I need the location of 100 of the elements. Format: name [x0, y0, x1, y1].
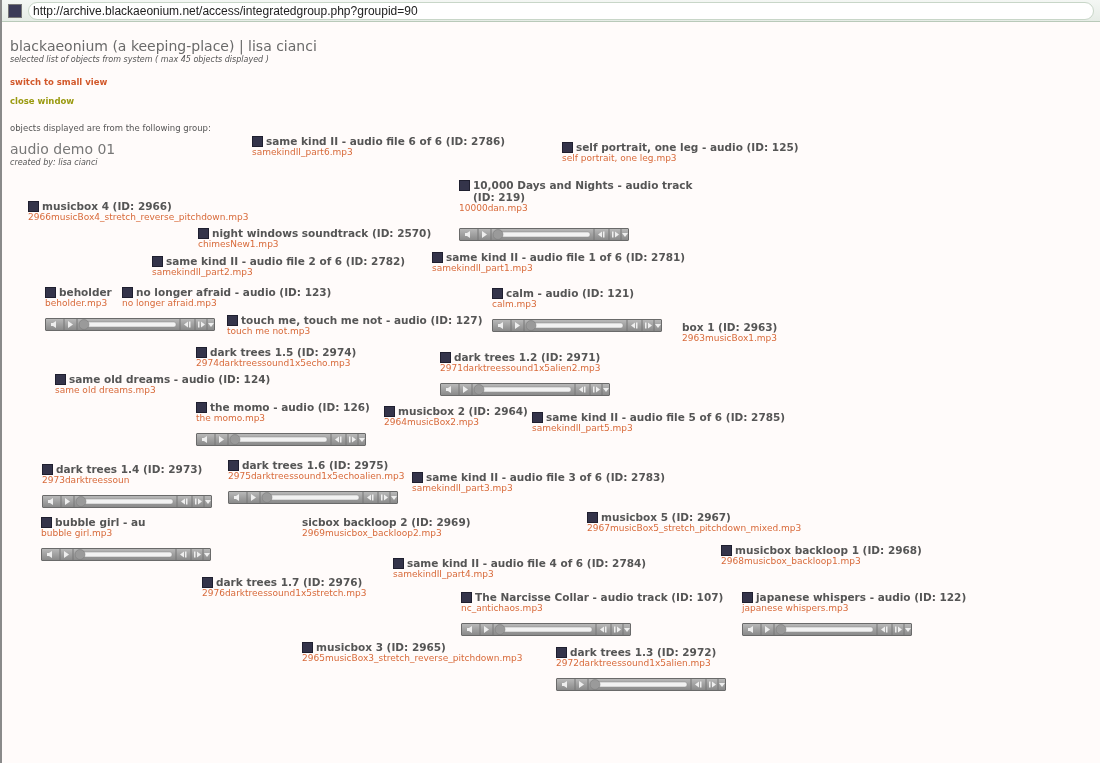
item-marker	[198, 228, 209, 239]
item-marker	[459, 180, 470, 191]
file-name: japanese whispers.mp3	[742, 603, 849, 614]
view-switch-link[interactable]: switch to small view	[10, 77, 108, 87]
file-name: 2972darktreessound1x5alien.mp3	[556, 658, 711, 669]
item-title[interactable]: no longer afraid - audio (ID: 123)	[136, 286, 332, 298]
file-name: 2976darktreessound1x5stretch.mp3	[202, 588, 367, 599]
item-marker	[196, 347, 207, 358]
audio-player[interactable]	[196, 433, 366, 446]
item-marker	[532, 412, 543, 423]
item-marker	[252, 136, 263, 147]
file-name: samekindII_part2.mp3	[152, 267, 253, 278]
audio-player[interactable]	[440, 383, 610, 396]
item-title[interactable]: dark trees 1.6 (ID: 2975)	[242, 459, 389, 471]
item-title[interactable]: touch me, touch me not - audio (ID: 127)	[241, 314, 483, 326]
item-title[interactable]: night windows soundtrack (ID: 2570)	[212, 227, 432, 239]
file-name: 2973darktreessoun	[42, 475, 130, 486]
file-name: samekindII_part1.mp3	[432, 263, 533, 274]
item-marker	[45, 287, 56, 298]
file-name: 2964musicBox2.mp3	[384, 417, 480, 428]
audio-player[interactable]	[461, 623, 631, 636]
address-field[interactable]: http://archive.blackaeonium.net/access/integratedgroup.php?groupid=90	[28, 1, 1094, 20]
audio-player[interactable]	[742, 623, 912, 636]
item-title[interactable]: beholder	[59, 286, 112, 298]
file-name: same old dreams.mp3	[55, 385, 156, 396]
item-title[interactable]: self portrait, one leg - audio (ID: 125)	[576, 141, 799, 153]
item-marker	[122, 287, 133, 298]
page-title: blackaeonium (a keeping-place) | lisa cianci	[10, 38, 317, 54]
item-marker	[742, 592, 753, 603]
item-marker	[42, 464, 53, 475]
item-title[interactable]: 10,000 Days and Nights - audio track (ID: 219)	[473, 179, 709, 203]
item-marker	[152, 256, 163, 267]
file-name: 2968musicbox_backloop1.mp3	[721, 556, 861, 567]
audio-player[interactable]	[45, 318, 215, 331]
audio-player[interactable]	[459, 228, 629, 241]
item-title[interactable]: dark trees 1.2 (ID: 2971)	[454, 351, 601, 363]
file-name: chimesNew1.mp3	[198, 239, 279, 250]
audio-player[interactable]	[42, 495, 212, 508]
file-name: bubble girl.mp3	[41, 528, 113, 539]
item-title[interactable]: same kind II - audio file 3 of 6 (ID: 2783)	[426, 471, 666, 483]
item-marker	[384, 406, 395, 417]
file-name: the momo.mp3	[196, 413, 266, 424]
file-name: 2966musicBox4_stretch_reverse_pitchdown.mp3	[28, 212, 249, 223]
group-name: audio demo 01	[10, 141, 116, 157]
file-name: 2975darktreessound1x5echoalien.mp3	[228, 471, 405, 482]
file-name: nc_antichaos.mp3	[461, 603, 543, 614]
item-marker	[587, 512, 598, 523]
file-name: samekindII_part6.mp3	[252, 147, 353, 158]
file-name: 2969musicbox_backloop2.mp3	[302, 528, 442, 539]
item-title[interactable]: japanese whispers - audio (ID: 122)	[756, 591, 967, 603]
item-title[interactable]: dark trees 1.3 (ID: 2972)	[570, 646, 717, 658]
item-title[interactable]: calm - audio (ID: 121)	[506, 287, 635, 299]
item-marker	[412, 472, 423, 483]
item-marker	[228, 460, 239, 471]
item-title[interactable]: musicbox 5 (ID: 2967)	[601, 511, 731, 523]
page-subtitle: selected list of objects from system ( max 45 objects displayed )	[10, 54, 269, 65]
item-marker	[302, 642, 313, 653]
item-title[interactable]: musicbox 2 (ID: 2964)	[398, 405, 528, 417]
item-title[interactable]: same kind II - audio file 1 of 6 (ID: 2781)	[446, 251, 686, 263]
file-name: 2971darktreessound1x5alien2.mp3	[440, 363, 601, 374]
group-creator: created by: lisa cianci	[10, 157, 98, 168]
item-title[interactable]: same kind II - audio file 6 of 6 (ID: 2786)	[266, 135, 506, 147]
file-name: 2974darktreessound1x5echo.mp3	[196, 358, 351, 369]
item-marker	[440, 352, 451, 363]
file-name: samekindII_part5.mp3	[532, 423, 633, 434]
item-title[interactable]: same old dreams - audio (ID: 124)	[69, 373, 271, 385]
item-marker	[556, 647, 567, 658]
file-name: samekindII_part3.mp3	[412, 483, 513, 494]
item-marker	[196, 402, 207, 413]
item-title[interactable]: The Narcisse Collar - audio track (ID: 107)	[475, 591, 724, 603]
item-title[interactable]: dark trees 1.5 (ID: 2974)	[210, 346, 357, 358]
item-title[interactable]: dark trees 1.7 (ID: 2976)	[216, 576, 363, 588]
audio-player[interactable]	[556, 678, 726, 691]
item-marker	[562, 142, 573, 153]
item-title[interactable]: box 1 (ID: 2963)	[682, 321, 778, 333]
item-marker	[461, 592, 472, 603]
item-title[interactable]: musicbox backloop 1 (ID: 2968)	[735, 544, 922, 556]
item-title[interactable]: musicbox 4 (ID: 2966)	[42, 200, 172, 212]
file-name: 2967musicBox5_stretch_pitchdown_mixed.mp3	[587, 523, 802, 534]
item-marker	[432, 252, 443, 263]
item-title[interactable]: same kind II - audio file 2 of 6 (ID: 2782)	[166, 255, 406, 267]
item-marker	[28, 201, 39, 212]
item-marker	[393, 558, 404, 569]
audio-player[interactable]	[228, 491, 398, 504]
item-title[interactable]: musicbox 3 (ID: 2965)	[316, 641, 446, 653]
item-title[interactable]: bubble girl - au	[55, 516, 146, 528]
audio-player[interactable]	[492, 319, 662, 332]
item-title[interactable]: same kind II - audio file 5 of 6 (ID: 2785)	[546, 411, 786, 423]
file-name: beholder.mp3	[45, 298, 108, 309]
item-title[interactable]: the momo - audio (ID: 126)	[210, 401, 370, 413]
item-title[interactable]: sicbox backloop 2 (ID: 2969)	[302, 516, 471, 528]
item-title[interactable]: same kind II - audio file 4 of 6 (ID: 2784)	[407, 557, 647, 569]
file-name: 2965musicBox3_stretch_reverse_pitchdown.mp3	[302, 653, 523, 664]
group-intro: objects displayed are from the following group:	[10, 123, 211, 133]
site-icon	[8, 3, 22, 18]
item-marker	[55, 374, 66, 385]
item-title[interactable]: dark trees 1.4 (ID: 2973)	[56, 463, 203, 475]
audio-player[interactable]	[41, 548, 211, 561]
file-name: self portrait, one leg.mp3	[562, 153, 677, 164]
file-name: samekindII_part4.mp3	[393, 569, 494, 580]
